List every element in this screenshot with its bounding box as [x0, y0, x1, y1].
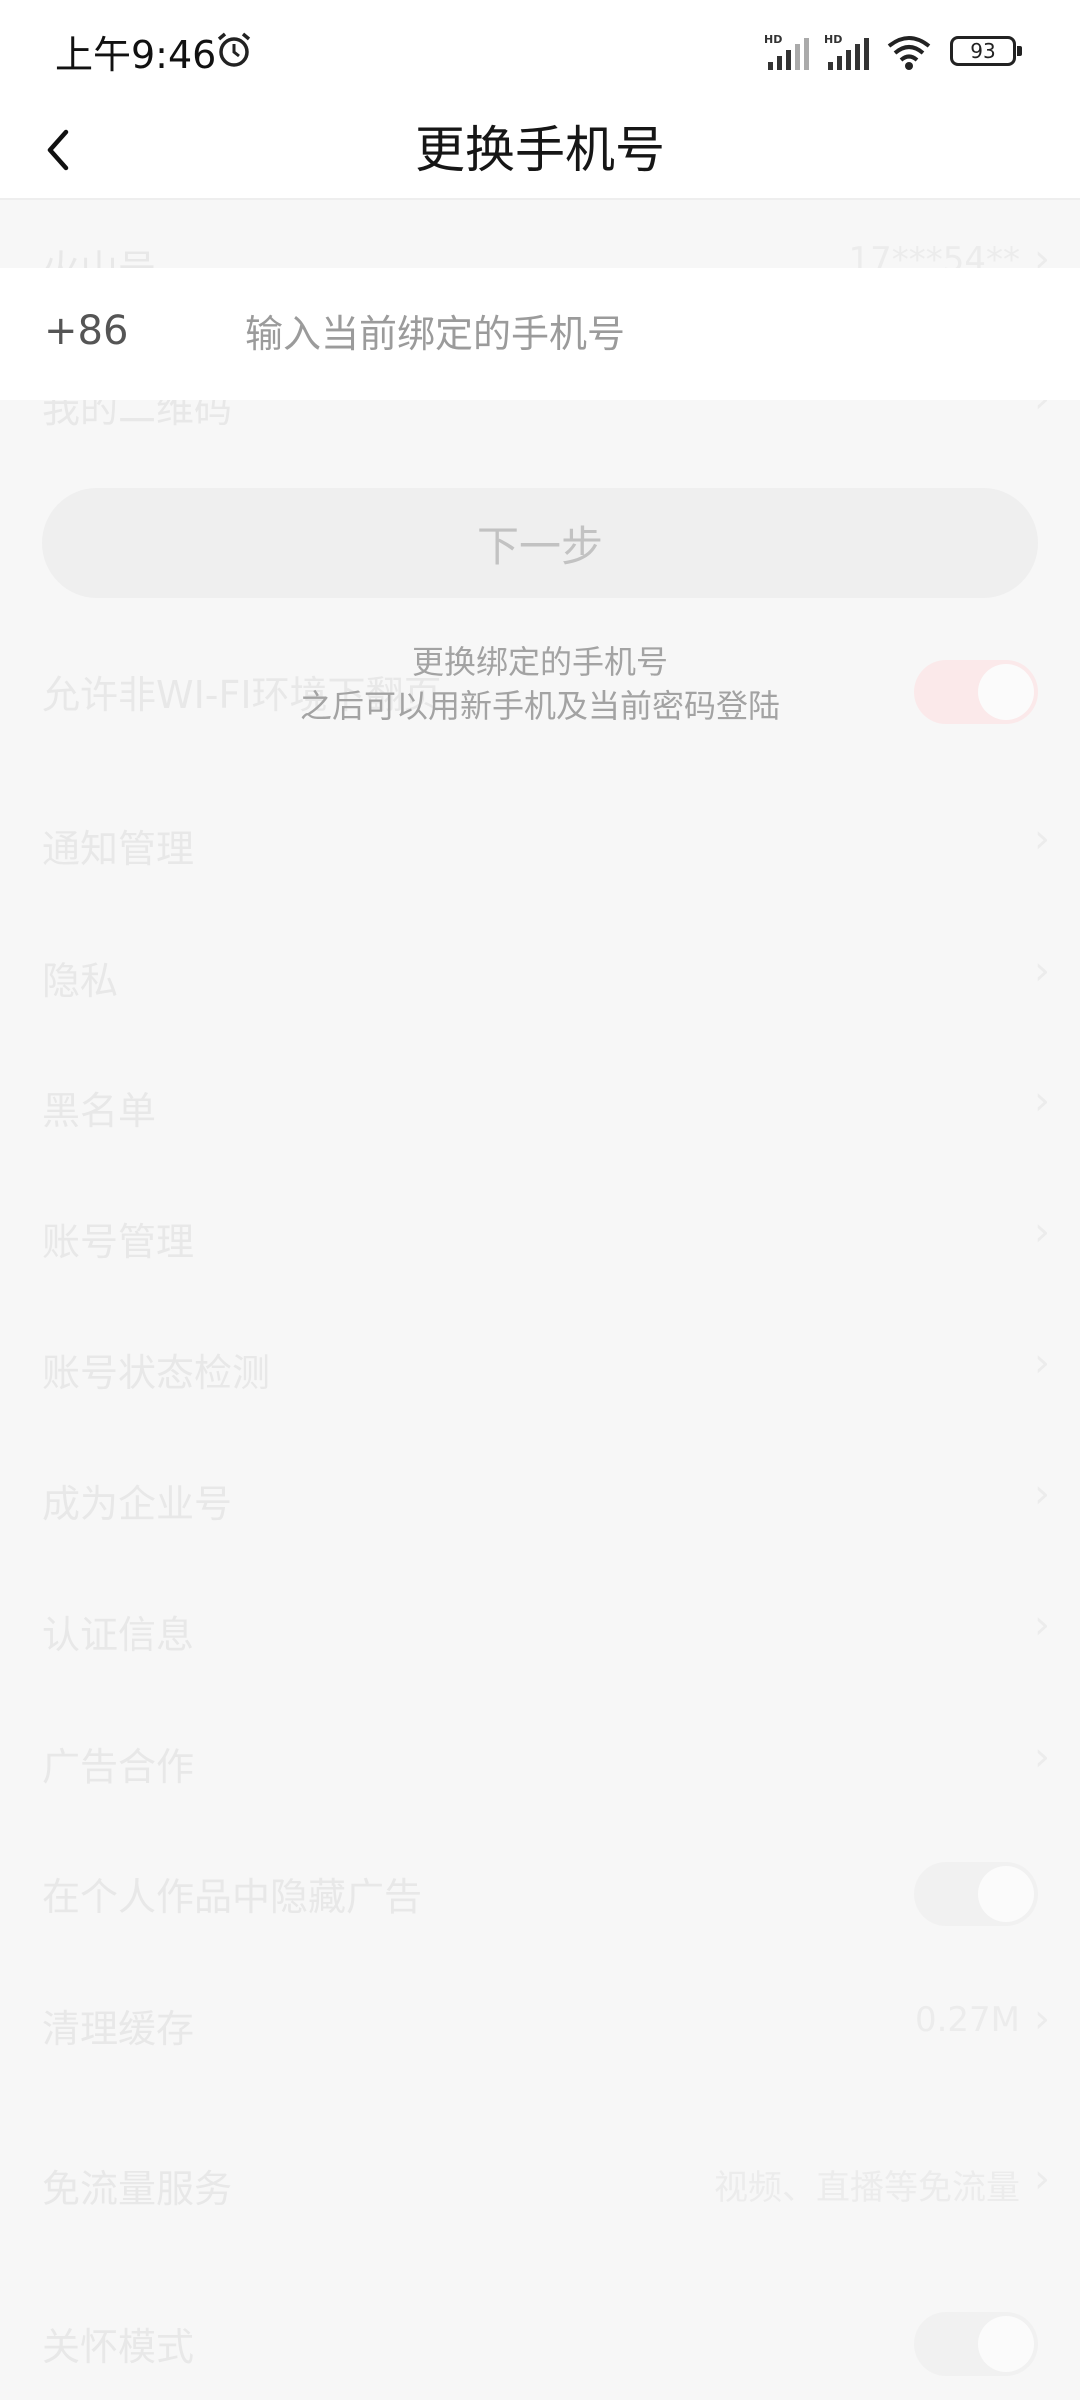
bg-row-privacy: 隐私 › — [42, 948, 1050, 1003]
svg-text:HD: HD — [764, 33, 782, 46]
bg-row-clear-cache: 清理缓存 0.27M › — [42, 1996, 1050, 2051]
chevron-right-icon: › — [1034, 948, 1050, 994]
chevron-right-icon: › — [1034, 816, 1050, 862]
chevron-right-icon: › — [1034, 1209, 1050, 1255]
phone-number-input[interactable] — [245, 296, 1035, 372]
bg-row-hide-ads: 在个人作品中隐藏广告 — [0, 1848, 1080, 1928]
chevron-right-icon: › — [1034, 1602, 1050, 1648]
signal-hd-icon: HD — [764, 33, 809, 70]
wifi-icon — [887, 36, 931, 70]
chevron-right-icon: › — [1034, 1078, 1050, 1124]
bg-row-care-mode: 关怀模式 — [0, 2298, 1080, 2378]
bg-row-enterprise: 成为企业号 › — [42, 1471, 1050, 1526]
chevron-right-icon: › — [1034, 1734, 1050, 1780]
page-title: 更换手机号 — [415, 121, 665, 179]
hint-text: 更换绑定的手机号 之后可以用新手机及当前密码登陆 — [0, 640, 1080, 728]
bg-row-notifications: 通知管理 › — [42, 816, 1050, 871]
country-code-selector[interactable]: +86 — [44, 308, 128, 354]
bg-row-blacklist: 黑名单 › — [42, 1078, 1050, 1133]
next-step-button[interactable]: 下一步 — [42, 488, 1038, 598]
status-time: 上午9:46 — [55, 33, 217, 77]
battery-icon: 93 — [950, 36, 1022, 66]
bg-row-ad-cooperation: 广告合作 › — [42, 1734, 1050, 1789]
toggle-switch — [914, 2312, 1038, 2376]
back-arrow-icon[interactable] — [28, 118, 92, 182]
signal-hd-icon-2: HD — [824, 33, 869, 70]
hint-line-2: 之后可以用新手机及当前密码登陆 — [299, 687, 780, 725]
nav-bar: 更换手机号 — [0, 100, 1080, 200]
chevron-right-icon: › — [1034, 1471, 1050, 1517]
chevron-right-icon: › — [1034, 2156, 1050, 2202]
bg-row-free-data: 免流量服务 视频、直播等免流量 › — [42, 2156, 1050, 2211]
svg-text:HD: HD — [824, 33, 842, 46]
alarm-clock-icon — [217, 32, 251, 67]
phone-entry-panel: +86 — [0, 268, 1080, 400]
bg-row-verification: 认证信息 › — [42, 1602, 1050, 1657]
toggle-switch — [914, 1862, 1038, 1926]
bg-row-account-management: 账号管理 › — [42, 1209, 1050, 1264]
hint-line-1: 更换绑定的手机号 — [411, 643, 668, 681]
bg-row-account-status: 账号状态检测 › — [42, 1340, 1050, 1395]
chevron-right-icon: › — [1034, 1996, 1050, 2042]
status-bar: 上午9:46 HD HD 93 — [0, 0, 1080, 100]
chevron-right-icon: › — [1034, 1340, 1050, 1386]
